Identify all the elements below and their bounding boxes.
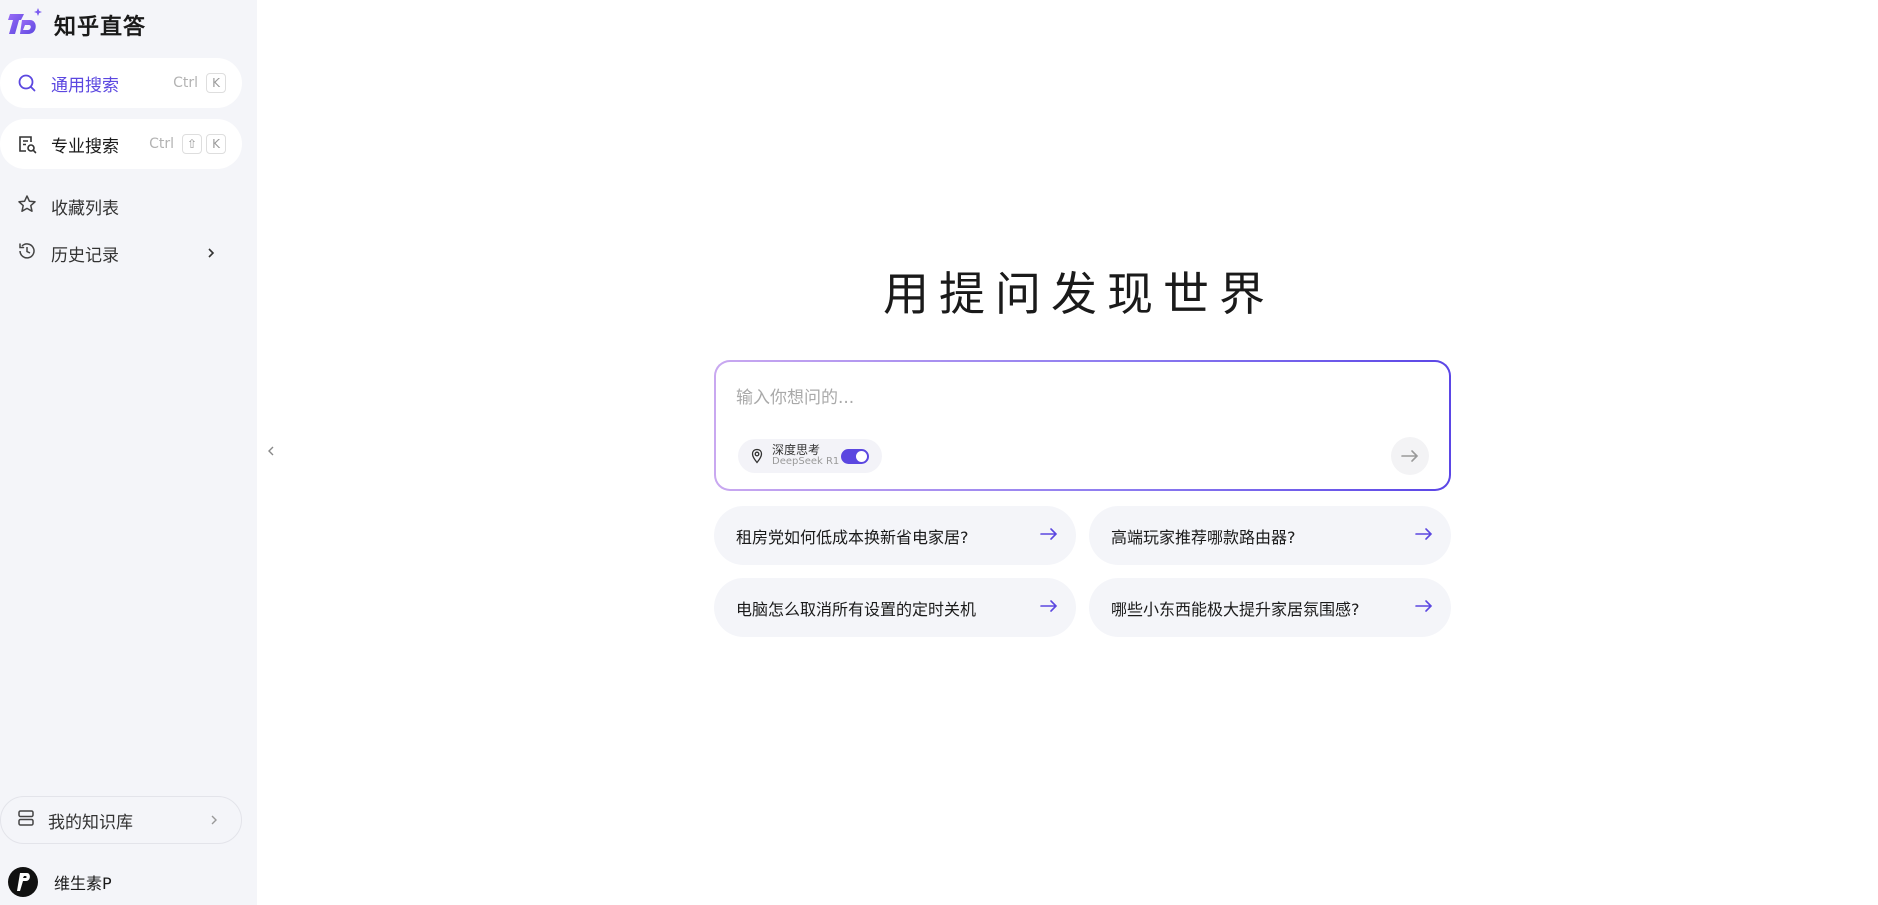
shortcut-shift: ⇧ bbox=[182, 134, 202, 154]
arrow-right-icon bbox=[1415, 528, 1433, 540]
arrow-right-icon bbox=[1415, 600, 1433, 612]
suggestion-text: 电脑怎么取消所有设置的定时关机 bbox=[736, 599, 977, 619]
nav-history-label: 历史记录 bbox=[51, 245, 119, 266]
deep-think-text: 深度思考 DeepSeek R1 bbox=[772, 444, 839, 468]
nav-general-search[interactable]: 通用搜索 Ctrl K bbox=[0, 58, 242, 108]
nav-knowledge-base-label: 我的知识库 bbox=[48, 812, 133, 833]
nav-favorites-label: 收藏列表 bbox=[51, 198, 119, 219]
arrow-right-icon bbox=[1040, 528, 1058, 540]
suggestion-text: 租房党如何低成本换新省电家居? bbox=[736, 527, 969, 547]
ask-box: 深度思考 DeepSeek R1 bbox=[714, 360, 1451, 491]
suggestion-text: 高端玩家推荐哪款路由器? bbox=[1111, 527, 1296, 547]
app-root: 知乎直答 通用搜索 Ctrl K 专业搜索 Ctrl ⇧ K 收藏列表 历史记录… bbox=[0, 0, 1878, 905]
deep-think-switch[interactable] bbox=[841, 449, 869, 464]
collapse-chevron-icon bbox=[268, 446, 274, 456]
suggestion-card[interactable]: 租房党如何低成本换新省电家居? bbox=[714, 506, 1076, 565]
arrow-right-icon bbox=[1040, 600, 1058, 612]
deep-think-model: DeepSeek R1 bbox=[772, 456, 840, 467]
arrow-right-icon bbox=[1401, 450, 1419, 462]
chevron-right-icon bbox=[208, 248, 215, 258]
avatar-logo-icon bbox=[17, 873, 30, 891]
database-icon bbox=[16, 808, 36, 832]
brand[interactable]: 知乎直答 bbox=[8, 8, 146, 42]
nav-history[interactable]: 历史记录 bbox=[0, 233, 242, 273]
search-icon bbox=[17, 73, 37, 93]
lightbulb-icon bbox=[751, 448, 763, 464]
pro-search-icon bbox=[17, 134, 37, 154]
suggestion-text: 哪些小东西能极大提升家居氛围感? bbox=[1111, 599, 1360, 619]
suggestion-card[interactable]: 哪些小东西能极大提升家居氛围感? bbox=[1089, 578, 1451, 637]
shortcut-key: K bbox=[206, 134, 226, 154]
clock-icon bbox=[17, 241, 37, 265]
user-name: 维生素P bbox=[54, 874, 112, 893]
deep-think-toggle[interactable]: 深度思考 DeepSeek R1 bbox=[738, 439, 882, 473]
ask-box-inner: 深度思考 DeepSeek R1 bbox=[716, 362, 1449, 489]
deep-think-title: 深度思考 bbox=[772, 443, 821, 457]
suggestion-card[interactable]: 电脑怎么取消所有设置的定时关机 bbox=[714, 578, 1076, 637]
shortcut-key: K bbox=[206, 73, 226, 93]
send-button[interactable] bbox=[1391, 437, 1429, 475]
pro-search-shortcut: Ctrl ⇧ K bbox=[149, 134, 226, 154]
sidebar: 知乎直答 通用搜索 Ctrl K 专业搜索 Ctrl ⇧ K 收藏列表 历史记录… bbox=[0, 0, 257, 905]
shortcut-ctrl: Ctrl bbox=[173, 75, 198, 91]
star-icon bbox=[17, 194, 37, 218]
brand-logo-icon bbox=[8, 8, 42, 34]
brand-name: 知乎直答 bbox=[54, 15, 147, 40]
general-search-shortcut: Ctrl K bbox=[173, 73, 226, 93]
question-input[interactable] bbox=[736, 382, 1376, 414]
nav-pro-search[interactable]: 专业搜索 Ctrl ⇧ K bbox=[0, 119, 242, 169]
page-title: 用提问发现世界 bbox=[883, 267, 1275, 321]
collapse-sidebar-button[interactable] bbox=[264, 441, 278, 461]
user-profile[interactable]: 维生素P bbox=[8, 866, 112, 898]
nav-general-search-label: 通用搜索 bbox=[51, 75, 119, 96]
shortcut-ctrl: Ctrl bbox=[149, 136, 174, 152]
avatar bbox=[8, 867, 38, 897]
suggestion-card[interactable]: 高端玩家推荐哪款路由器? bbox=[1089, 506, 1451, 565]
nav-knowledge-base[interactable]: 我的知识库 bbox=[0, 796, 242, 844]
chevron-right-icon bbox=[211, 815, 217, 825]
nav-favorites[interactable]: 收藏列表 bbox=[0, 186, 242, 226]
nav-pro-search-label: 专业搜索 bbox=[51, 136, 119, 157]
